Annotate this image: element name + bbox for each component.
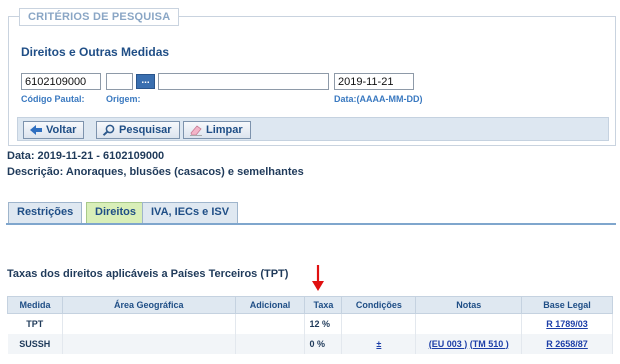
note-link-eu003[interactable]: (EU 003 ) [429, 339, 468, 349]
header-adicional: Adicional [234, 296, 306, 314]
header-condicoes: Condições [341, 296, 417, 314]
info-description: Descrição: Anoraques, blusões (casacos) … [7, 166, 304, 178]
base-legal-link[interactable]: R 1789/03 [546, 319, 588, 329]
section-title: Direitos e Outras Medidas [21, 45, 170, 59]
header-area-geografica: Área Geográfica [61, 296, 236, 314]
tab-restricoes[interactable]: Restrições [8, 202, 83, 223]
cell-medida: SUSSH [7, 333, 63, 354]
origin-description-input[interactable] [158, 73, 329, 90]
tab-iva-iecs-isv[interactable]: IVA, IECs e ISV [142, 202, 239, 223]
cell-area [62, 313, 236, 334]
rates-table: Medida Área Geográfica Adicional Taxa Co… [7, 296, 613, 354]
cell-notas [415, 313, 523, 334]
header-medida: Medida [7, 296, 63, 314]
button-bar: Voltar Pesquisar Limpar [17, 117, 609, 141]
magnifier-icon [102, 124, 115, 136]
cell-area [62, 333, 236, 354]
cell-notas: (EU 003 ) (TM 510 ) [415, 333, 523, 354]
red-down-arrow-icon [312, 265, 324, 291]
eraser-icon [190, 125, 202, 136]
cell-base-legal: R 2658/87 [521, 333, 613, 354]
tabs-divider [6, 223, 616, 225]
date-label: Data:(AAAA-MM-DD) [334, 94, 423, 104]
clear-button-label: Limpar [206, 124, 243, 136]
header-base-legal: Base Legal [521, 296, 613, 314]
cell-condicoes [341, 313, 417, 334]
cell-adicional [235, 313, 306, 334]
conditions-link[interactable]: ± [376, 339, 381, 349]
cell-medida: TPT [7, 313, 63, 334]
search-button[interactable]: Pesquisar [96, 121, 180, 139]
header-notas: Notas [415, 296, 523, 314]
search-criteria-legend: CRITÉRIOS DE PESQUISA [19, 8, 180, 26]
date-input[interactable] [334, 73, 414, 90]
origin-lookup-button[interactable]: ... [136, 74, 155, 89]
header-taxa: Taxa [304, 296, 343, 314]
code-label: Código Pautal: [21, 94, 85, 104]
table-row: SUSSH 0 % ± (EU 003 ) (TM 510 ) R 2658/8… [7, 333, 613, 354]
cell-adicional [235, 333, 306, 354]
search-button-label: Pesquisar [119, 124, 172, 136]
back-button[interactable]: Voltar [23, 121, 85, 139]
table-title: Taxas dos direitos aplicáveis a Países T… [7, 268, 289, 280]
origin-input[interactable] [106, 73, 133, 90]
origin-label: Origem: [106, 94, 141, 104]
search-criteria-fieldset: CRITÉRIOS DE PESQUISA Direitos e Outras … [8, 8, 616, 146]
note-link-tm510[interactable]: (TM 510 ) [470, 339, 509, 349]
table-header-row: Medida Área Geográfica Adicional Taxa Co… [7, 296, 613, 314]
back-button-label: Voltar [46, 124, 77, 136]
base-legal-link[interactable]: R 2658/87 [546, 339, 588, 349]
info-date-line: Data: 2019-11-21 - 6102109000 [7, 150, 165, 162]
cell-base-legal: R 1789/03 [521, 313, 613, 334]
clear-button[interactable]: Limpar [183, 121, 251, 139]
table-row: TPT 12 % R 1789/03 [7, 313, 613, 334]
tab-direitos[interactable]: Direitos [86, 202, 145, 223]
cell-taxa: 12 % [304, 313, 343, 334]
cell-taxa: 0 % [304, 333, 343, 354]
code-input[interactable] [21, 73, 101, 90]
arrow-left-icon [30, 125, 42, 135]
cell-condicoes: ± [341, 333, 417, 354]
